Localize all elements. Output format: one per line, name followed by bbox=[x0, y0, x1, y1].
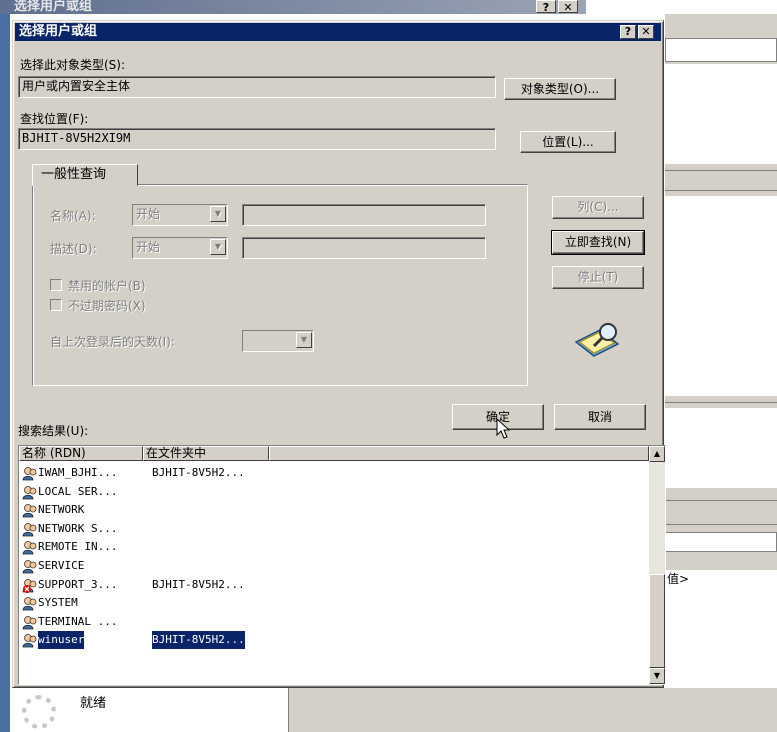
stop-button[interactable]: 停止(T) bbox=[552, 266, 644, 289]
search-results-label: 搜索结果(U): bbox=[18, 424, 89, 438]
table-row[interactable]: REMOTE IN... bbox=[22, 538, 272, 556]
name-label: 名称(A): bbox=[50, 209, 96, 223]
row-name: winuser bbox=[38, 631, 85, 650]
description-match-combo[interactable]: 开始 ▼ bbox=[132, 237, 228, 259]
find-now-button[interactable]: 立即查找(N) bbox=[551, 230, 645, 255]
search-users-icon bbox=[574, 323, 620, 357]
chevron-down-icon[interactable]: ▼ bbox=[296, 332, 312, 348]
background-close-button[interactable]: ✕ bbox=[558, 0, 578, 14]
table-row[interactable]: winuser BJHIT-8V5H2... bbox=[22, 631, 272, 650]
row-name: NETWORK bbox=[38, 503, 85, 517]
scroll-up-icon[interactable]: ▲ bbox=[649, 446, 665, 462]
row-folder: BJHIT-8V5H2... bbox=[152, 631, 245, 650]
row-name: LOCAL SER... bbox=[38, 484, 118, 498]
row-folder: BJHIT-8V5H2... bbox=[152, 466, 245, 479]
table-row[interactable]: IWAM_BJHI... BJHIT-8V5H2... bbox=[22, 464, 272, 482]
row-folder: BJHIT-8V5H2... bbox=[152, 577, 245, 591]
busy-spinner-icon bbox=[22, 695, 56, 729]
background-window-titlebar: 选择用户或组 bbox=[0, 0, 586, 14]
chevron-down-icon[interactable]: ▼ bbox=[210, 206, 226, 222]
description-combo-value: 开始 bbox=[136, 240, 161, 254]
table-row[interactable]: SUPPORT_3... BJHIT-8V5H2... bbox=[22, 576, 272, 594]
status-text: 就绪 bbox=[80, 696, 107, 711]
object-type-label: 选择此对象类型(S): bbox=[20, 58, 126, 72]
user-group-icon bbox=[22, 541, 37, 555]
table-row[interactable]: NETWORK bbox=[22, 501, 272, 519]
background-value-text: 值> bbox=[667, 572, 690, 586]
non-expiring-password-checkbox[interactable] bbox=[50, 299, 62, 311]
close-button[interactable]: ✕ bbox=[638, 25, 654, 39]
scroll-down-icon[interactable]: ▼ bbox=[649, 668, 665, 684]
user-group-icon bbox=[22, 467, 37, 481]
row-name: REMOTE IN... bbox=[38, 540, 118, 554]
name-combo-value: 开始 bbox=[136, 207, 161, 221]
tab-general-query[interactable]: 一般性查询 bbox=[32, 164, 138, 186]
location-label: 查找位置(F): bbox=[20, 112, 89, 126]
table-row[interactable]: LOCAL SER... bbox=[22, 483, 272, 501]
days-since-login-combo[interactable]: ▼ bbox=[242, 330, 314, 352]
non-expiring-password-label: 不过期密码(X) bbox=[68, 299, 146, 313]
user-group-icon bbox=[22, 597, 37, 611]
user-group-icon bbox=[22, 615, 37, 630]
columns-button[interactable]: 列(C)... bbox=[552, 196, 644, 219]
chevron-down-icon[interactable]: ▼ bbox=[210, 239, 226, 255]
mouse-cursor-icon bbox=[496, 418, 510, 439]
row-name: TERMINAL ... bbox=[38, 614, 118, 628]
table-row[interactable]: NETWORK S... bbox=[22, 520, 272, 538]
row-name: SERVICE bbox=[38, 559, 85, 572]
column-header-name[interactable]: 名称 (RDN) bbox=[19, 446, 143, 461]
locations-button[interactable]: 位置(L)... bbox=[520, 131, 616, 153]
object-type-field: 用户或内置安全主体 bbox=[18, 76, 496, 98]
user-group-icon bbox=[22, 522, 37, 537]
table-row[interactable]: SERVICE bbox=[22, 557, 272, 575]
column-header-filler bbox=[269, 446, 649, 461]
row-name: IWAM_BJHI... bbox=[38, 466, 118, 479]
description-label: 描述(D): bbox=[50, 242, 97, 256]
background-help-button[interactable]: ? bbox=[536, 0, 556, 14]
table-row[interactable]: TERMINAL ... bbox=[22, 613, 272, 631]
disabled-accounts-label: 禁用的帐户(B) bbox=[68, 279, 146, 293]
user-group-icon bbox=[22, 634, 37, 648]
row-name: SUPPORT_3... bbox=[38, 577, 118, 591]
scrollbar-thumb[interactable] bbox=[649, 574, 665, 668]
user-group-icon bbox=[22, 560, 37, 574]
name-match-combo[interactable]: 开始 ▼ bbox=[132, 204, 228, 226]
help-button[interactable]: ? bbox=[620, 25, 636, 39]
description-input[interactable] bbox=[242, 237, 486, 259]
row-name: NETWORK S... bbox=[38, 521, 118, 535]
disabled-user-icon bbox=[22, 578, 37, 593]
background-bottom-panel bbox=[288, 688, 777, 732]
dialog-titlebar: 选择用户或组 bbox=[15, 23, 661, 41]
user-group-icon bbox=[22, 485, 37, 499]
location-field: BJHIT-8V5H2XI9M bbox=[18, 128, 496, 150]
days-since-login-label: 自上次登录后的天数(I): bbox=[50, 335, 175, 349]
row-name: SYSTEM bbox=[38, 596, 78, 610]
object-types-button[interactable]: 对象类型(O)... bbox=[504, 78, 616, 100]
user-group-icon bbox=[22, 504, 37, 518]
table-row[interactable]: SYSTEM bbox=[22, 594, 272, 612]
desktop-edge bbox=[0, 14, 10, 732]
results-scrollbar[interactable]: ▲ ▼ bbox=[649, 446, 665, 684]
column-header-folder[interactable]: 在文件夹中 bbox=[143, 446, 269, 461]
disabled-accounts-checkbox[interactable] bbox=[50, 279, 62, 291]
background-right-pane: 值> bbox=[665, 14, 777, 732]
name-input[interactable] bbox=[242, 204, 486, 226]
cancel-button[interactable]: 取消 bbox=[554, 404, 646, 430]
